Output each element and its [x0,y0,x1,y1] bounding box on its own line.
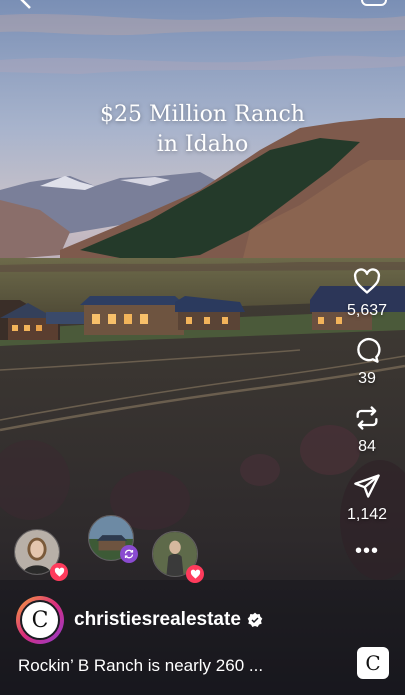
repost-button[interactable]: 84 [353,404,381,456]
headline-line-1: $25 Million Ranch [100,102,305,127]
camera-icon[interactable] [361,0,387,6]
like-button[interactable]: 5,637 [347,268,387,320]
account-initial: C [31,607,49,633]
send-icon [354,474,380,498]
heart-icon [353,268,381,294]
video-headline: $25 Million Ranch in Idaho [0,100,405,160]
headline-line-2: in Idaho [156,132,249,157]
heart-badge-icon [186,565,204,583]
account-row: C christiesrealestate [16,596,263,644]
verified-badge-icon [247,612,263,627]
post-caption[interactable]: Rockin’ B Ranch is nearly 260 ... [18,656,263,676]
back-icon[interactable] [14,0,38,10]
repost-count: 84 [358,438,376,455]
repost-icon [356,406,378,430]
share-button[interactable]: 1,142 [347,472,387,524]
comment-button[interactable]: 39 [353,336,381,388]
engaged-users-row [14,515,214,585]
heart-badge-icon [50,563,68,581]
more-options-button[interactable]: ••• [355,541,379,561]
comment-icon [357,337,381,363]
audio-tile[interactable]: C [357,647,389,679]
comment-count: 39 [358,370,376,387]
action-rail: 5,637 39 84 1,142 ••• [335,268,399,561]
account-avatar[interactable]: C [16,596,64,644]
repost-badge-icon [120,545,138,563]
like-count: 5,637 [346,302,388,319]
account-username[interactable]: christiesrealestate [74,609,241,631]
share-count: 1,142 [346,506,388,523]
audio-tile-initial: C [365,651,381,675]
